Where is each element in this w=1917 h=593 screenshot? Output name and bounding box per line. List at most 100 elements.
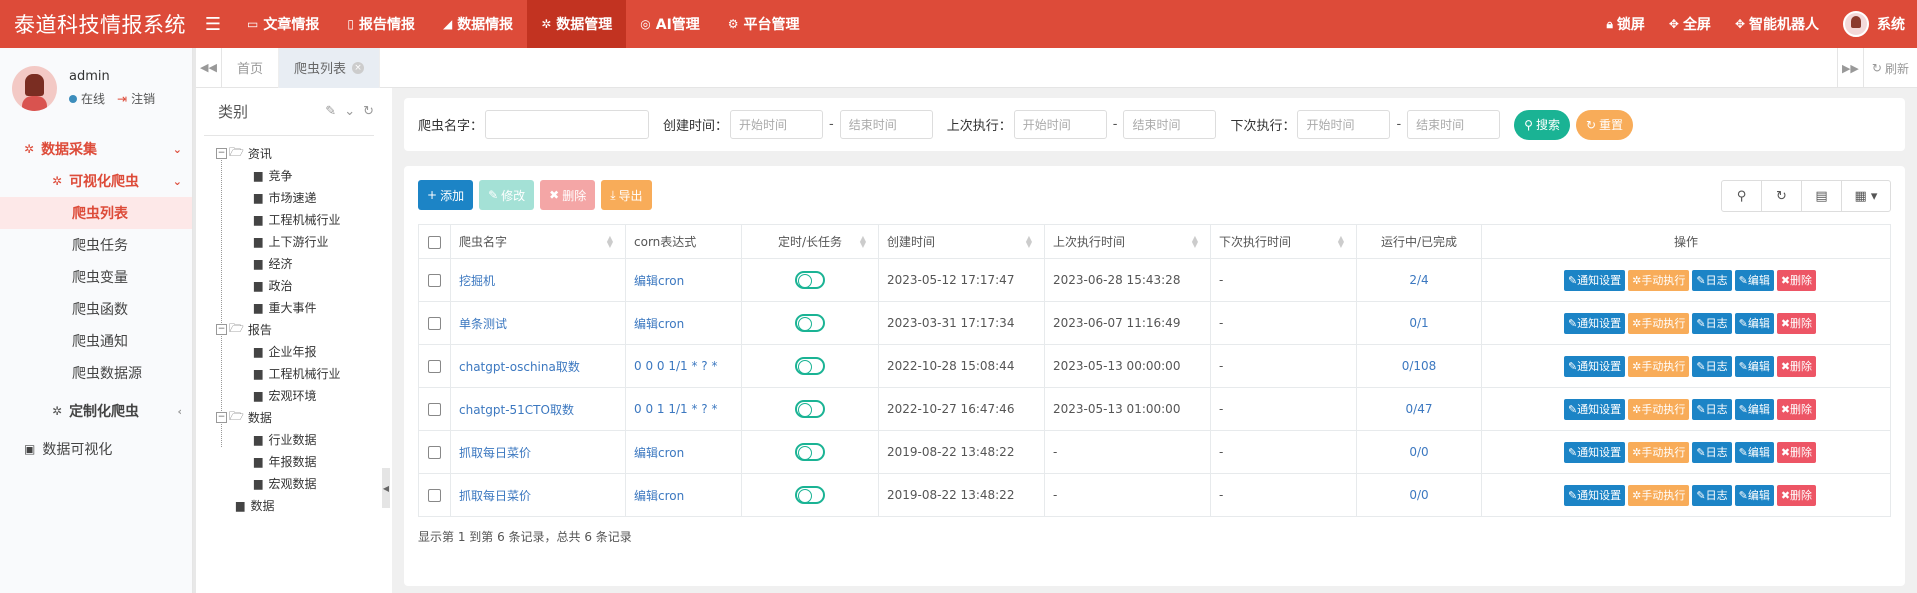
cron-link[interactable]: 编辑cron (634, 274, 684, 288)
tree-node[interactable]: ▆ 数据 (216, 494, 382, 516)
row-delete-button[interactable]: ✖ 删除 (1776, 269, 1817, 291)
lock-screen-button[interactable]: 🔒︎ 锁屏 (1594, 14, 1656, 34)
topmenu-data-manage[interactable]: ✲ 数据管理 (527, 0, 627, 48)
notify-settings-button[interactable]: ✎ 通知设置 (1563, 484, 1626, 506)
last-end-input[interactable]: 结束时间 (1123, 110, 1217, 139)
search-icon[interactable]: ⚲ (1722, 181, 1762, 211)
edit-icon[interactable]: ✎ (325, 104, 336, 119)
collapse-icon[interactable]: − (216, 323, 227, 335)
manual-run-button[interactable]: ✲ 手动执行 (1628, 398, 1690, 420)
timer-toggle[interactable] (795, 400, 825, 418)
manual-run-button[interactable]: ✲ 手动执行 (1628, 312, 1690, 334)
row-checkbox[interactable] (428, 489, 441, 502)
tabs-scroll-right-icon[interactable]: ▶▶ (1836, 48, 1863, 88)
tree-node[interactable]: ▆ 政治 (216, 274, 382, 296)
chevron-down-icon[interactable]: ⌄ (344, 104, 355, 119)
cron-link[interactable]: 编辑cron (634, 489, 684, 503)
notify-settings-button[interactable]: ✎ 通知设置 (1563, 355, 1626, 377)
crawler-name-link[interactable]: 抓取每日菜价 (459, 489, 531, 503)
sidebar-item-visual-crawler[interactable]: ✲ 可视化爬虫 ⌄ (0, 165, 192, 197)
manual-run-button[interactable]: ✲ 手动执行 (1628, 355, 1690, 377)
sidebar-item-data-visual[interactable]: ▣ 数据可视化 (0, 433, 192, 465)
timer-toggle[interactable] (795, 357, 825, 375)
edit-button[interactable]: ✎ 修改 (479, 180, 535, 210)
col-timer[interactable]: 定时/长任务 ▲ ▼ (741, 224, 879, 259)
manual-run-button[interactable]: ✲ 手动执行 (1628, 484, 1690, 506)
sidebar-item-crawler-list[interactable]: 爬虫列表 (0, 197, 192, 229)
row-edit-button[interactable]: ✎ 编辑 (1734, 441, 1774, 463)
crawler-name-link[interactable]: chatgpt-oschina取数 (459, 360, 580, 374)
notify-settings-button[interactable]: ✎ 通知设置 (1563, 269, 1626, 291)
tab-home[interactable]: 首页 (222, 47, 280, 88)
running-count-link[interactable]: 2/4 (1409, 273, 1428, 287)
row-edit-button[interactable]: ✎ 编辑 (1734, 269, 1774, 291)
row-checkbox[interactable] (428, 360, 441, 373)
tree-node[interactable]: ▆ 宏观环境 (216, 384, 382, 406)
running-count-link[interactable]: 0/0 (1409, 445, 1428, 459)
create-end-input[interactable]: 结束时间 (839, 110, 933, 139)
tree-node[interactable]: ▆ 竞争 (216, 164, 382, 186)
next-end-input[interactable]: 结束时间 (1407, 110, 1501, 139)
row-checkbox[interactable] (428, 274, 441, 287)
running-count-link[interactable]: 0/1 (1409, 316, 1428, 330)
col-next[interactable]: 下次执行时间 ▲ ▼ (1210, 224, 1357, 259)
log-button[interactable]: ✎ 日志 (1692, 484, 1732, 506)
manual-run-button[interactable]: ✲ 手动执行 (1628, 441, 1690, 463)
row-delete-button[interactable]: ✖ 删除 (1776, 441, 1817, 463)
bars-icon[interactable]: ☰ (193, 14, 233, 35)
last-start-input[interactable]: 开始时间 (1013, 110, 1107, 139)
col-last[interactable]: 上次执行时间 ▲ ▼ (1044, 224, 1211, 259)
user-menu[interactable]: 系统 (1831, 11, 1917, 37)
tree-node[interactable]: ▆ 经济 (216, 252, 382, 274)
timer-toggle[interactable] (795, 443, 825, 461)
notify-settings-button[interactable]: ✎ 通知设置 (1563, 398, 1626, 420)
tree-node[interactable]: ▆ 年报数据 (216, 450, 382, 472)
refresh-tab-button[interactable]: ↻ 刷新 (1862, 48, 1917, 88)
close-icon[interactable]: × (352, 61, 365, 74)
cron-link[interactable]: 0 0 1 1/1 * ? * (634, 402, 717, 416)
search-button[interactable]: ⚲ 搜索 (1514, 109, 1570, 140)
tree-node[interactable]: ▆ 行业数据 (216, 428, 382, 450)
toggle-view-icon[interactable]: ▤ (1802, 181, 1842, 211)
sidebar-item-crawler-datasource[interactable]: 爬虫数据源 (0, 357, 192, 389)
export-button[interactable]: ⤓ 导出 (601, 180, 652, 210)
timer-toggle[interactable] (795, 314, 825, 332)
row-edit-button[interactable]: ✎ 编辑 (1734, 484, 1774, 506)
columns-icon[interactable]: ▦ ▾ (1842, 181, 1890, 211)
tree-node[interactable]: ▆ 市场速递 (216, 186, 382, 208)
crawler-name-input[interactable] (485, 110, 650, 139)
notify-settings-button[interactable]: ✎ 通知设置 (1563, 441, 1626, 463)
select-all-checkbox[interactable] (428, 235, 441, 249)
collapse-icon[interactable]: − (216, 147, 227, 159)
create-start-input[interactable]: 开始时间 (730, 110, 824, 139)
sidebar-item-custom-crawler[interactable]: ✲ 定制化爬虫 ‹ (0, 395, 192, 427)
tree-node[interactable]: ▆ 工程机械行业 (216, 208, 382, 230)
log-button[interactable]: ✎ 日志 (1692, 441, 1732, 463)
tree-node[interactable]: ▆ 上下游行业 (216, 230, 382, 252)
row-edit-button[interactable]: ✎ 编辑 (1734, 312, 1774, 334)
sidebar-item-data-collect[interactable]: ✲ 数据采集 ⌄ (0, 133, 192, 165)
row-delete-button[interactable]: ✖ 删除 (1776, 355, 1817, 377)
running-count-link[interactable]: 0/47 (1406, 402, 1433, 416)
row-checkbox[interactable] (428, 446, 441, 459)
row-edit-button[interactable]: ✎ 编辑 (1734, 355, 1774, 377)
logout-link[interactable]: 注销 (131, 90, 155, 107)
log-button[interactable]: ✎ 日志 (1692, 355, 1732, 377)
crawler-name-link[interactable]: 抓取每日菜价 (459, 446, 531, 460)
tree-node[interactable]: ▆ 重大事件 (216, 296, 382, 318)
col-name[interactable]: 爬虫名字 ▲ ▼ (450, 224, 626, 259)
crawler-name-link[interactable]: chatgpt-51CTO取数 (459, 403, 574, 417)
delete-button[interactable]: ✖ 删除 (540, 180, 596, 210)
row-checkbox[interactable] (428, 403, 441, 416)
tree-node-group[interactable]: − 🗁 资讯 (216, 142, 382, 164)
crawler-name-link[interactable]: 单条测试 (459, 317, 507, 331)
tree-node-group[interactable]: − 🗁 报告 (216, 318, 382, 340)
running-count-link[interactable]: 0/0 (1409, 488, 1428, 502)
add-button[interactable]: + 添加 (418, 180, 474, 210)
sidebar-item-crawler-func[interactable]: 爬虫函数 (0, 293, 192, 325)
topmenu-article[interactable]: ▭ 文章情报 (233, 0, 333, 48)
topmenu-data[interactable]: ◢ 数据情报 (429, 0, 527, 48)
row-delete-button[interactable]: ✖ 删除 (1776, 312, 1817, 334)
tree-node[interactable]: ▆ 工程机械行业 (216, 362, 382, 384)
robot-button[interactable]: ✥ 智能机器人 (1723, 14, 1831, 34)
